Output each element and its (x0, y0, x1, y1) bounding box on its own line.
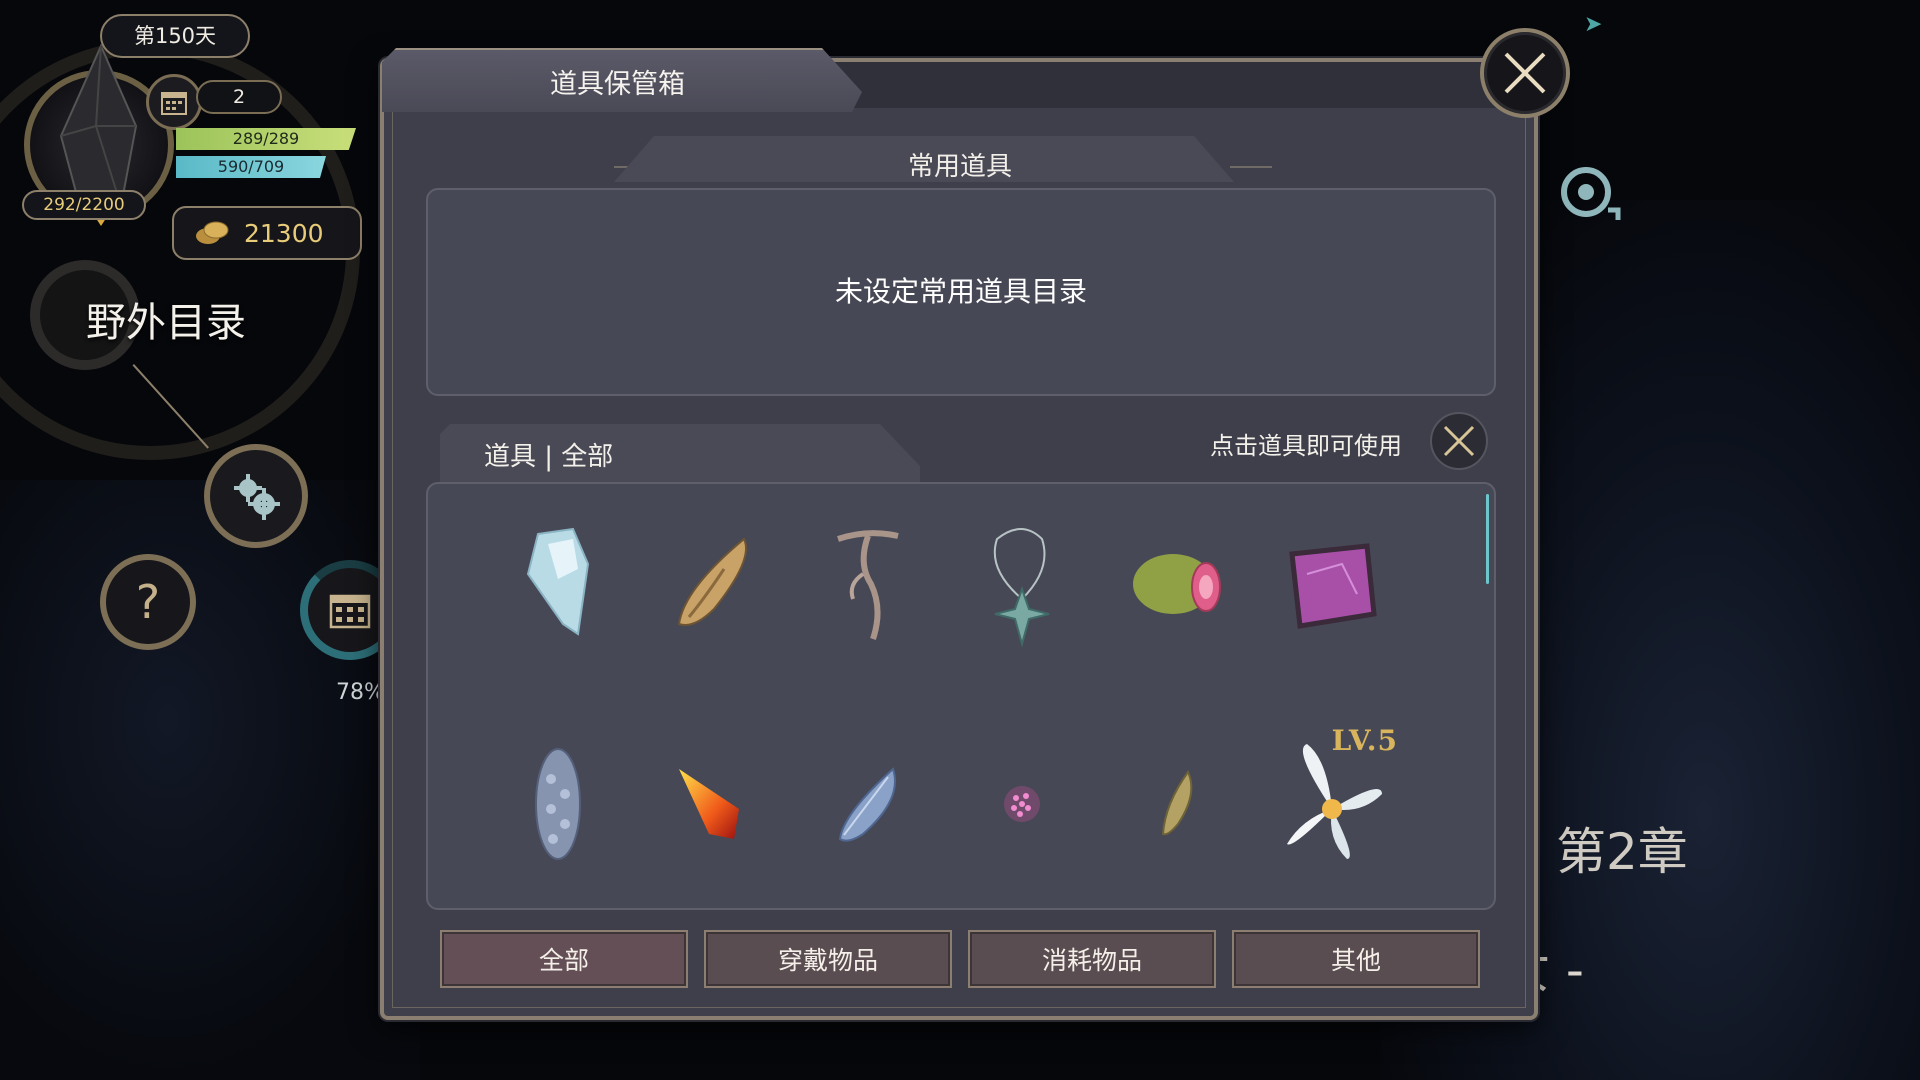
item-storage-dialog: 道具保管箱 常用道具 未设定常用道具目录 道具 | 全部 点击道具即可使用 LV… (380, 48, 1538, 1020)
filter-consumables-button[interactable]: 消耗物品 (968, 930, 1216, 988)
pink-spore-icon (1004, 786, 1040, 822)
dialog-title: 道具保管箱 (550, 69, 685, 100)
twisted-branch-icon (837, 530, 899, 640)
favorites-panel: 未设定常用道具目录 (426, 188, 1496, 396)
item-slot[interactable] (962, 734, 1082, 874)
calendar-small-icon (146, 74, 202, 130)
item-slot[interactable] (808, 514, 928, 654)
item-slot[interactable]: LV.5 (1272, 724, 1397, 874)
item-slot[interactable] (962, 514, 1082, 654)
item-slot[interactable] (1118, 734, 1238, 874)
favorites-empty-message: 未设定常用道具目录 (834, 275, 1087, 308)
white-flower-icon (1287, 744, 1382, 859)
item-slot[interactable] (498, 734, 618, 874)
calendar-icon (329, 594, 371, 629)
gears-icon (234, 474, 280, 520)
arrow-marker-icon: ➤ (1584, 12, 1603, 37)
hp-bar: 289/289 (176, 128, 356, 150)
experience-counter: 292/2200 (22, 190, 146, 220)
close-x-icon (1443, 425, 1475, 457)
fire-crystal-icon (679, 769, 739, 839)
target-icon[interactable] (1558, 164, 1628, 238)
counter-value: 2 (196, 80, 282, 114)
gold-amount: 21300 (244, 218, 324, 248)
chapter-label: 第2章 (1556, 823, 1688, 881)
favorites-section-label: 常用道具 (908, 152, 1013, 182)
filter-equipment-button[interactable]: 穿戴物品 (704, 930, 952, 988)
hint-toggle-button[interactable] (1430, 412, 1488, 470)
settings-button[interactable] (204, 444, 308, 548)
player-hud: 第150天 2 289/289 590/709 292/2200 21300 野… (0, 0, 400, 760)
ice-crystal-icon (526, 527, 590, 636)
items-grid: LV.5 (426, 482, 1496, 910)
close-icon (1504, 52, 1546, 94)
help-button[interactable]: ? (100, 554, 196, 650)
item-filter-bar: 全部 穿戴物品 消耗物品 其他 (440, 930, 1480, 990)
field-directory-title: 野外目录 (86, 300, 246, 346)
progress-percent: 78% (336, 680, 385, 705)
item-slot[interactable] (808, 734, 928, 874)
item-slot[interactable] (654, 734, 774, 874)
item-slot[interactable] (1118, 514, 1238, 654)
mp-bar: 590/709 (176, 156, 326, 178)
filter-all-button[interactable]: 全部 (440, 930, 688, 988)
spiky-scale-icon (535, 748, 581, 860)
item-level-badge: LV.5 (1331, 724, 1398, 757)
close-dialog-button[interactable] (1480, 28, 1570, 118)
blue-feather-icon (838, 767, 896, 842)
gold-counter: 21300 (172, 206, 362, 260)
star-pendant-icon (993, 528, 1050, 648)
meat-roll-icon (1133, 554, 1221, 614)
item-slot[interactable] (1272, 514, 1392, 654)
purple-stone-tablet-icon (1289, 543, 1377, 629)
gold-coins-icon (196, 221, 229, 244)
section-line-right (1230, 166, 1272, 168)
filter-other-button[interactable]: 其他 (1232, 930, 1480, 988)
items-tab-label: 道具 | 全部 (484, 442, 614, 472)
wooden-horn-icon (677, 537, 747, 626)
item-slot[interactable] (654, 514, 774, 654)
use-item-hint: 点击道具即可使用 (1210, 432, 1402, 460)
items-scrollbar[interactable] (1486, 494, 1489, 584)
item-slot[interactable] (498, 514, 618, 654)
leaf-icon (1161, 770, 1193, 836)
